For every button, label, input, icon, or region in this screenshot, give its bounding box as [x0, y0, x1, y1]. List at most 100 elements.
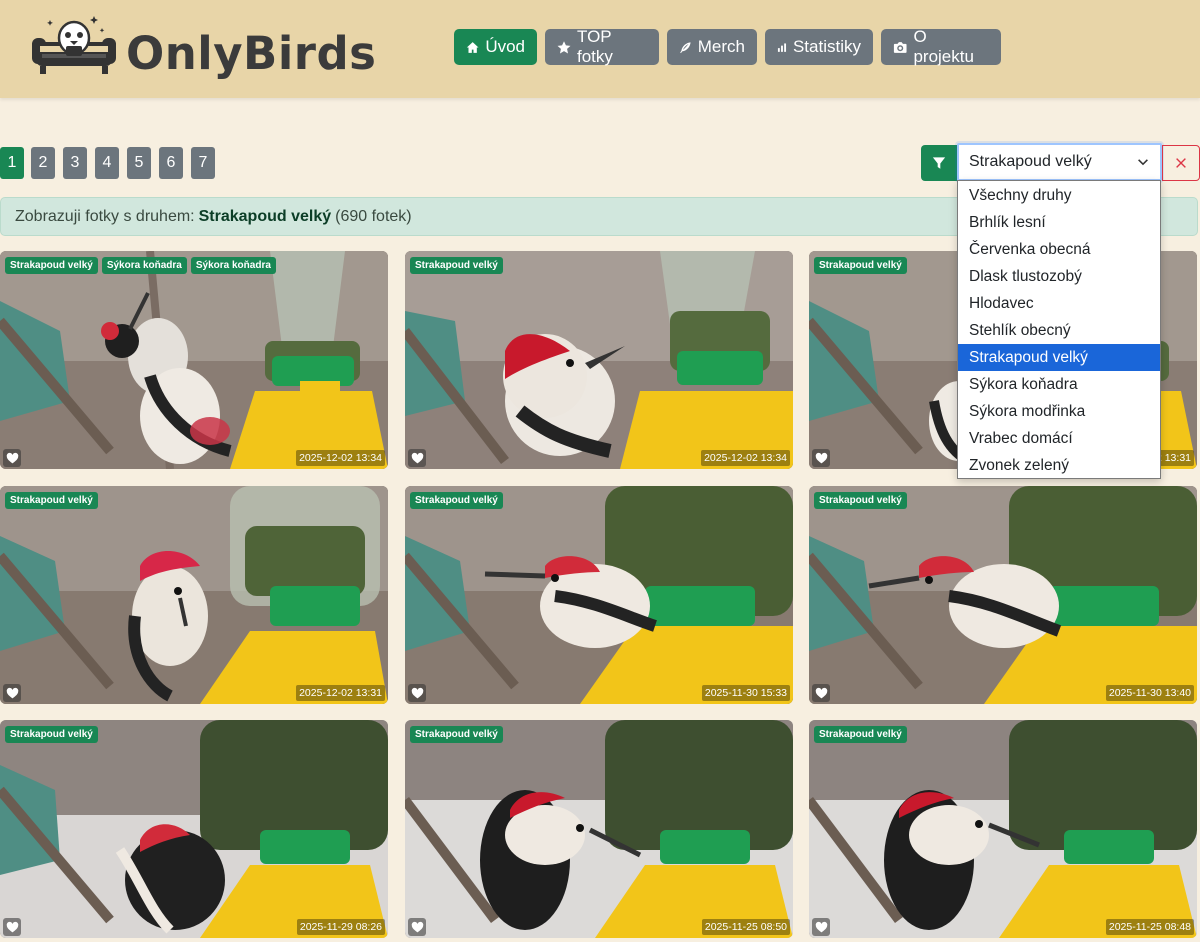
species-tags: Strakapoud velký	[410, 726, 503, 743]
photo-card[interactable]: Strakapoud velký 2025-11-29 08:26	[0, 720, 388, 938]
photo-card[interactable]: Strakapoud velký 2025-11-30 15:33	[405, 486, 793, 704]
species-option[interactable]: Zvonek zelený	[958, 452, 1160, 479]
like-button[interactable]	[812, 918, 830, 936]
nav-statistics[interactable]: Statistiky	[765, 29, 873, 65]
site-header: OnlyBirds Úvod TOP fotky Merch Statistik…	[0, 0, 1200, 98]
like-button[interactable]	[812, 684, 830, 702]
photo-timestamp: 2025-11-25 08:50	[701, 919, 790, 935]
star-icon	[557, 40, 571, 53]
filter-icon	[932, 157, 946, 169]
species-tag: Strakapoud velký	[814, 257, 907, 274]
alert-species: Strakapoud velký	[198, 207, 332, 225]
alert-count: (690 fotek)	[335, 207, 412, 225]
photo-timestamp: 2025-11-30 15:33	[701, 685, 790, 701]
like-button[interactable]	[812, 449, 830, 467]
photo-card[interactable]: Strakapoud velký 2025-11-25 08:50	[405, 720, 793, 938]
species-option[interactable]: Vrabec domácí	[958, 425, 1160, 452]
species-option[interactable]: Červenka obecná	[958, 236, 1160, 263]
bar-chart-icon	[777, 42, 787, 52]
heart-icon	[815, 921, 827, 932]
species-tags: Strakapoud velký	[814, 492, 907, 509]
page-button-5[interactable]: 5	[127, 147, 151, 179]
chevron-down-icon	[1138, 159, 1148, 166]
clear-filter-button[interactable]	[1162, 145, 1200, 181]
nav-label: Úvod	[485, 37, 525, 56]
photo-timestamp: 2025-12-02 13:34	[296, 450, 385, 466]
heart-icon	[411, 452, 423, 463]
bird-photo[interactable]	[405, 486, 793, 704]
like-button[interactable]	[3, 684, 21, 702]
page-button-2[interactable]: 2	[31, 147, 55, 179]
species-tag: Strakapoud velký	[5, 492, 98, 509]
species-tags: Strakapoud velký	[410, 492, 503, 509]
nav-label: Merch	[697, 37, 745, 56]
species-tag: Strakapoud velký	[410, 492, 503, 509]
species-option[interactable]: Stehlík obecný	[958, 317, 1160, 344]
page-button-7[interactable]: 7	[191, 147, 215, 179]
heart-icon	[411, 921, 423, 932]
page-button-6[interactable]: 6	[159, 147, 183, 179]
bird-photo[interactable]	[405, 720, 793, 938]
bird-photo[interactable]	[405, 251, 793, 469]
page-button-4[interactable]: 4	[95, 147, 119, 179]
heart-icon	[6, 687, 18, 698]
like-button[interactable]	[408, 918, 426, 936]
bird-photo[interactable]	[0, 251, 388, 469]
species-tag: Strakapoud velký	[814, 492, 907, 509]
photo-timestamp: 2025-11-29 08:26	[296, 919, 385, 935]
species-option[interactable]: Hlodavec	[958, 290, 1160, 317]
bird-photo[interactable]	[809, 720, 1197, 938]
nav-label: TOP fotky	[577, 27, 613, 66]
species-tag: Strakapoud velký	[410, 257, 503, 274]
filter-button[interactable]	[921, 145, 957, 181]
bird-photo[interactable]	[0, 720, 388, 938]
species-tags: Strakapoud velký	[814, 726, 907, 743]
species-tag: Strakapoud velký	[814, 726, 907, 743]
species-option-selected[interactable]: Strakapoud velký	[958, 344, 1160, 371]
camera-icon	[893, 41, 907, 53]
species-option[interactable]: Dlask tlustozobý	[958, 263, 1160, 290]
nav-merch[interactable]: Merch	[667, 29, 757, 65]
species-tag: Strakapoud velký	[5, 726, 98, 743]
heart-icon	[6, 921, 18, 932]
species-dropdown-list[interactable]: Všechny druhy Brhlík lesní Červenka obec…	[957, 180, 1161, 479]
nav-label: O projektu	[913, 27, 974, 66]
species-option[interactable]: Sýkora modřinka	[958, 398, 1160, 425]
photo-timestamp: 2025-11-30 13:40	[1105, 685, 1194, 701]
species-option[interactable]: Sýkora koňadra	[958, 371, 1160, 398]
species-select[interactable]: Strakapoud velký	[957, 143, 1162, 181]
photo-card[interactable]: Strakapoud velký 2025-11-30 13:40	[809, 486, 1197, 704]
species-tags: Strakapoud velký	[5, 492, 98, 509]
bird-photo[interactable]	[0, 486, 388, 704]
heart-icon	[411, 687, 423, 698]
nav-about[interactable]: O projektu	[881, 27, 1001, 66]
brand-name[interactable]: OnlyBirds	[126, 26, 376, 82]
species-select-value: Strakapoud velký	[969, 153, 1092, 170]
nav-label: Statistiky	[792, 37, 861, 56]
species-tag: Sýkora koňadra	[101, 257, 187, 274]
like-button[interactable]	[3, 449, 21, 467]
like-button[interactable]	[3, 918, 21, 936]
feather-icon	[680, 41, 691, 53]
photo-timestamp: 2025-11-25 08:48	[1105, 919, 1194, 935]
species-tag: Strakapoud velký	[5, 257, 98, 274]
like-button[interactable]	[408, 684, 426, 702]
bird-on-sofa-logo[interactable]	[30, 12, 118, 78]
species-tags: Strakapoud velký	[814, 257, 907, 274]
species-option[interactable]: Brhlík lesní	[958, 209, 1160, 236]
species-option[interactable]: Všechny druhy	[958, 182, 1160, 209]
photo-timestamp: 2025-12-02 13:31	[296, 685, 385, 701]
photo-card[interactable]: Strakapoud velký Sýkora koňadra Sýkora k…	[0, 251, 388, 469]
page-button-3[interactable]: 3	[63, 147, 87, 179]
photo-card[interactable]: Strakapoud velký 2025-12-02 13:34	[405, 251, 793, 469]
like-button[interactable]	[408, 449, 426, 467]
photo-card[interactable]: Strakapoud velký 2025-11-25 08:48	[809, 720, 1197, 938]
photo-card[interactable]: Strakapoud velký 2025-12-02 13:31	[0, 486, 388, 704]
species-tag: Sýkora koňadra	[190, 257, 276, 274]
nav-home[interactable]: Úvod	[454, 29, 537, 65]
nav-top-photos[interactable]: TOP fotky	[545, 27, 659, 66]
page-button-1[interactable]: 1	[0, 147, 24, 179]
bird-photo[interactable]	[809, 486, 1197, 704]
heart-icon	[6, 452, 18, 463]
home-icon	[466, 41, 479, 53]
